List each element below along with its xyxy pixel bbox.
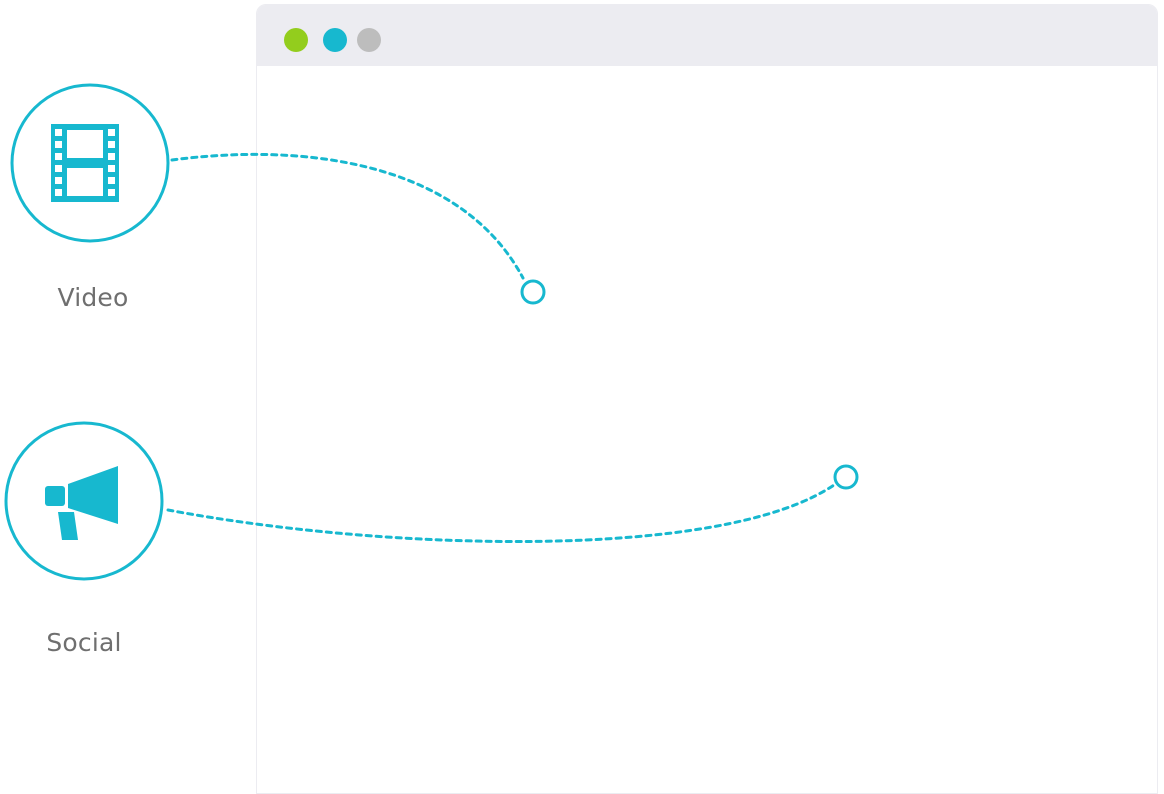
video-label: Video — [57, 283, 129, 312]
video-node[interactable] — [10, 83, 170, 243]
video-endpoint[interactable] — [520, 279, 546, 305]
diagram-overlay — [4, 83, 859, 581]
video-connector — [170, 152, 525, 280]
social-connector — [166, 483, 836, 543]
social-endpoint[interactable] — [833, 464, 859, 490]
film-strip-icon — [51, 124, 119, 202]
social-label: Social — [46, 628, 122, 657]
social-node[interactable] — [4, 421, 164, 581]
